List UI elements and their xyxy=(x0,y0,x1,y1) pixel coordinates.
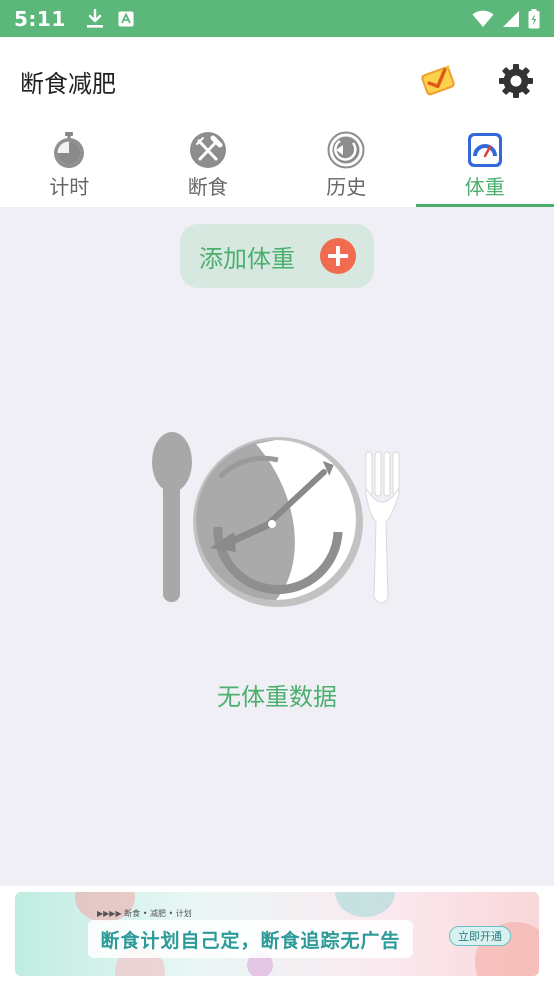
wifi-icon xyxy=(472,10,494,27)
app-bar: 断食减肥 xyxy=(0,37,554,125)
signal-icon xyxy=(503,10,519,27)
battery-charging-icon xyxy=(528,8,540,28)
tab-bar: 计时 断食 历史 体重 xyxy=(0,125,554,207)
ad-cta-button[interactable]: 立即开通 xyxy=(449,926,511,946)
download-icon xyxy=(86,8,103,28)
ad-area: ▶▶▶▶ 断食 • 减肥 • 计划 断食计划自己定，断食追踪无广告 立即开通 xyxy=(0,886,554,984)
add-weight-label: 添加体重 xyxy=(199,244,295,273)
vip-badge-icon[interactable] xyxy=(418,63,458,99)
weight-panel: 添加体重 无体重数据 xyxy=(0,207,554,886)
history-icon xyxy=(327,131,365,169)
scale-gauge-icon xyxy=(467,133,502,167)
plus-icon xyxy=(320,238,356,274)
tab-history[interactable]: 历史 xyxy=(277,125,416,207)
add-weight-button[interactable]: 添加体重 xyxy=(180,224,374,288)
tab-label: 计时 xyxy=(49,175,90,199)
fork-knife-icon xyxy=(189,132,226,168)
tab-timer[interactable]: 计时 xyxy=(0,125,139,207)
ad-top-text: ▶▶▶▶ 断食 • 减肥 • 计划 xyxy=(97,909,192,918)
tab-fasting[interactable]: 断食 xyxy=(139,125,278,207)
ad-banner[interactable]: ▶▶▶▶ 断食 • 减肥 • 计划 断食计划自己定，断食追踪无广告 立即开通 xyxy=(15,892,539,976)
status-bar: 5:11 xyxy=(0,0,554,37)
ad-decoration xyxy=(335,892,395,917)
tab-label: 断食 xyxy=(187,175,228,199)
tab-label: 历史 xyxy=(326,175,367,199)
settings-gear-icon[interactable] xyxy=(498,63,534,99)
tab-weight[interactable]: 体重 xyxy=(415,125,554,207)
stopwatch-icon xyxy=(54,132,85,168)
empty-state-text: 无体重数据 xyxy=(217,683,337,711)
ad-main-box: 断食计划自己定，断食追踪无广告 xyxy=(88,920,413,958)
status-time: 5:11 xyxy=(14,6,66,31)
tab-label: 体重 xyxy=(464,175,505,199)
empty-plate-illustration xyxy=(152,432,400,607)
text-a-icon xyxy=(118,11,134,26)
ad-main-text: 断食计划自己定，断食追踪无广告 xyxy=(100,929,401,952)
app-title: 断食减肥 xyxy=(20,69,116,98)
